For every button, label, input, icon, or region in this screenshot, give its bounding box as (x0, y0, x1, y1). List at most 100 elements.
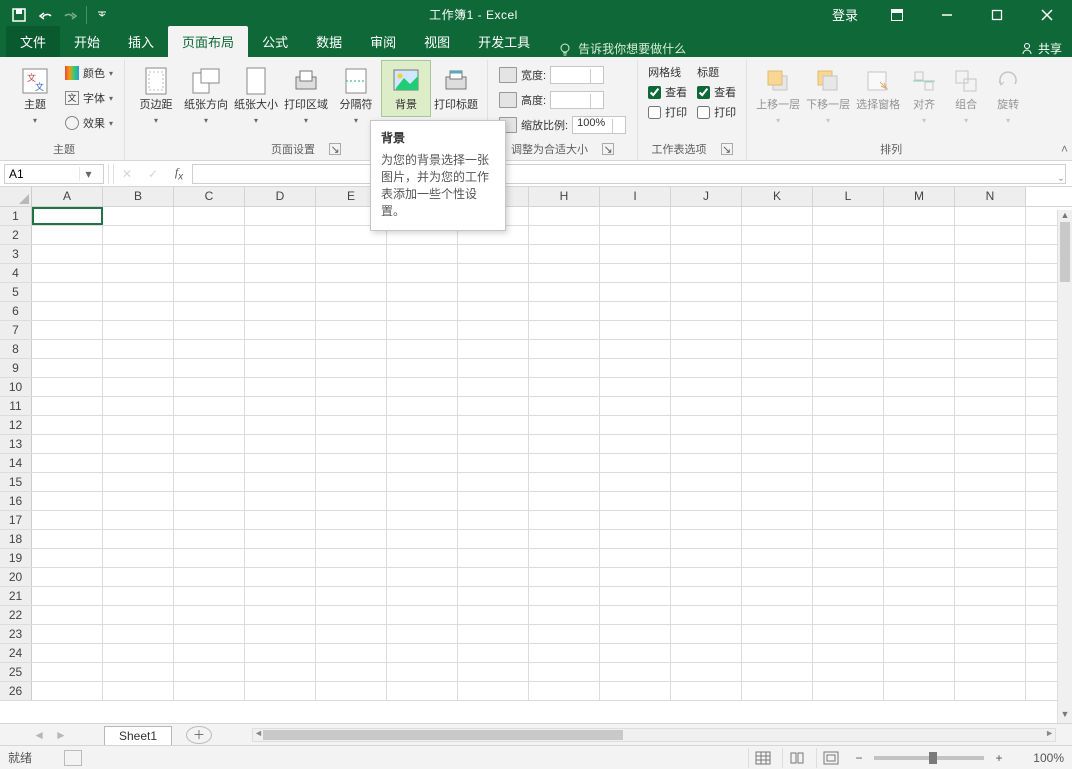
cell-M22[interactable] (884, 606, 955, 624)
cell-M9[interactable] (884, 359, 955, 377)
cell-B9[interactable] (103, 359, 174, 377)
cell-J6[interactable] (671, 302, 742, 320)
row-header-15[interactable]: 15 (0, 473, 32, 491)
cell-L8[interactable] (813, 340, 884, 358)
column-header-H[interactable]: H (529, 187, 600, 206)
row-header-2[interactable]: 2 (0, 226, 32, 244)
column-header-N[interactable]: N (955, 187, 1026, 206)
cell-C19[interactable] (174, 549, 245, 567)
cell-H1[interactable] (529, 207, 600, 225)
cell-N9[interactable] (955, 359, 1026, 377)
cell-F23[interactable] (387, 625, 458, 643)
cell-H13[interactable] (529, 435, 600, 453)
height-input[interactable] (550, 91, 604, 109)
cell-K3[interactable] (742, 245, 813, 263)
row-header-21[interactable]: 21 (0, 587, 32, 605)
cell-C7[interactable] (174, 321, 245, 339)
cell-I4[interactable] (600, 264, 671, 282)
cell-G25[interactable] (458, 663, 529, 681)
redo-button[interactable] (58, 3, 84, 27)
cell-N17[interactable] (955, 511, 1026, 529)
close-button[interactable] (1024, 0, 1070, 29)
cell-I1[interactable] (600, 207, 671, 225)
cell-J1[interactable] (671, 207, 742, 225)
cell-A17[interactable] (32, 511, 103, 529)
cell-H26[interactable] (529, 682, 600, 700)
cell-E5[interactable] (316, 283, 387, 301)
cell-M24[interactable] (884, 644, 955, 662)
cell-K23[interactable] (742, 625, 813, 643)
cell-D16[interactable] (245, 492, 316, 510)
cell-F15[interactable] (387, 473, 458, 491)
cell-N7[interactable] (955, 321, 1026, 339)
cell-K8[interactable] (742, 340, 813, 358)
name-box-dropdown[interactable]: ▾ (79, 167, 97, 181)
cell-A20[interactable] (32, 568, 103, 586)
cell-H12[interactable] (529, 416, 600, 434)
cell-G14[interactable] (458, 454, 529, 472)
cell-C4[interactable] (174, 264, 245, 282)
cell-L21[interactable] (813, 587, 884, 605)
minimize-button[interactable] (924, 0, 970, 29)
cell-B6[interactable] (103, 302, 174, 320)
cell-M15[interactable] (884, 473, 955, 491)
cell-F8[interactable] (387, 340, 458, 358)
cell-E12[interactable] (316, 416, 387, 434)
cell-G3[interactable] (458, 245, 529, 263)
cell-A10[interactable] (32, 378, 103, 396)
cell-H14[interactable] (529, 454, 600, 472)
cell-B16[interactable] (103, 492, 174, 510)
cell-A16[interactable] (32, 492, 103, 510)
cell-N23[interactable] (955, 625, 1026, 643)
cell-C14[interactable] (174, 454, 245, 472)
enter-formula-button[interactable]: ✓ (140, 167, 166, 181)
cell-H15[interactable] (529, 473, 600, 491)
cell-K18[interactable] (742, 530, 813, 548)
cell-K22[interactable] (742, 606, 813, 624)
cell-N18[interactable] (955, 530, 1026, 548)
cell-E11[interactable] (316, 397, 387, 415)
cell-C5[interactable] (174, 283, 245, 301)
theme-colors-button[interactable]: 颜色▾ (62, 62, 116, 84)
cell-I14[interactable] (600, 454, 671, 472)
cell-B20[interactable] (103, 568, 174, 586)
cell-N1[interactable] (955, 207, 1026, 225)
cell-L11[interactable] (813, 397, 884, 415)
cell-M21[interactable] (884, 587, 955, 605)
cell-F25[interactable] (387, 663, 458, 681)
page-break-view-button[interactable] (816, 748, 844, 768)
cell-N20[interactable] (955, 568, 1026, 586)
cell-I13[interactable] (600, 435, 671, 453)
cell-G24[interactable] (458, 644, 529, 662)
cell-B17[interactable] (103, 511, 174, 529)
cell-A18[interactable] (32, 530, 103, 548)
cell-K21[interactable] (742, 587, 813, 605)
cell-N2[interactable] (955, 226, 1026, 244)
cell-J19[interactable] (671, 549, 742, 567)
cell-G4[interactable] (458, 264, 529, 282)
cell-D18[interactable] (245, 530, 316, 548)
cell-L4[interactable] (813, 264, 884, 282)
cell-A7[interactable] (32, 321, 103, 339)
cell-B23[interactable] (103, 625, 174, 643)
cell-I15[interactable] (600, 473, 671, 491)
cell-L2[interactable] (813, 226, 884, 244)
orientation-button[interactable]: 纸张方向▾ (181, 60, 231, 132)
insert-function-button[interactable]: fx (166, 165, 192, 182)
cell-J22[interactable] (671, 606, 742, 624)
row-header-22[interactable]: 22 (0, 606, 32, 624)
zoom-knob[interactable] (929, 752, 937, 764)
cell-F7[interactable] (387, 321, 458, 339)
page-setup-launcher[interactable]: ↘ (329, 143, 341, 155)
cell-E19[interactable] (316, 549, 387, 567)
cell-J26[interactable] (671, 682, 742, 700)
page-layout-view-button[interactable] (782, 748, 810, 768)
tab-view[interactable]: 视图 (410, 26, 464, 57)
cell-D17[interactable] (245, 511, 316, 529)
cell-M18[interactable] (884, 530, 955, 548)
cell-H19[interactable] (529, 549, 600, 567)
cell-F26[interactable] (387, 682, 458, 700)
cancel-formula-button[interactable]: ✕ (114, 167, 140, 181)
row-header-23[interactable]: 23 (0, 625, 32, 643)
cell-A4[interactable] (32, 264, 103, 282)
